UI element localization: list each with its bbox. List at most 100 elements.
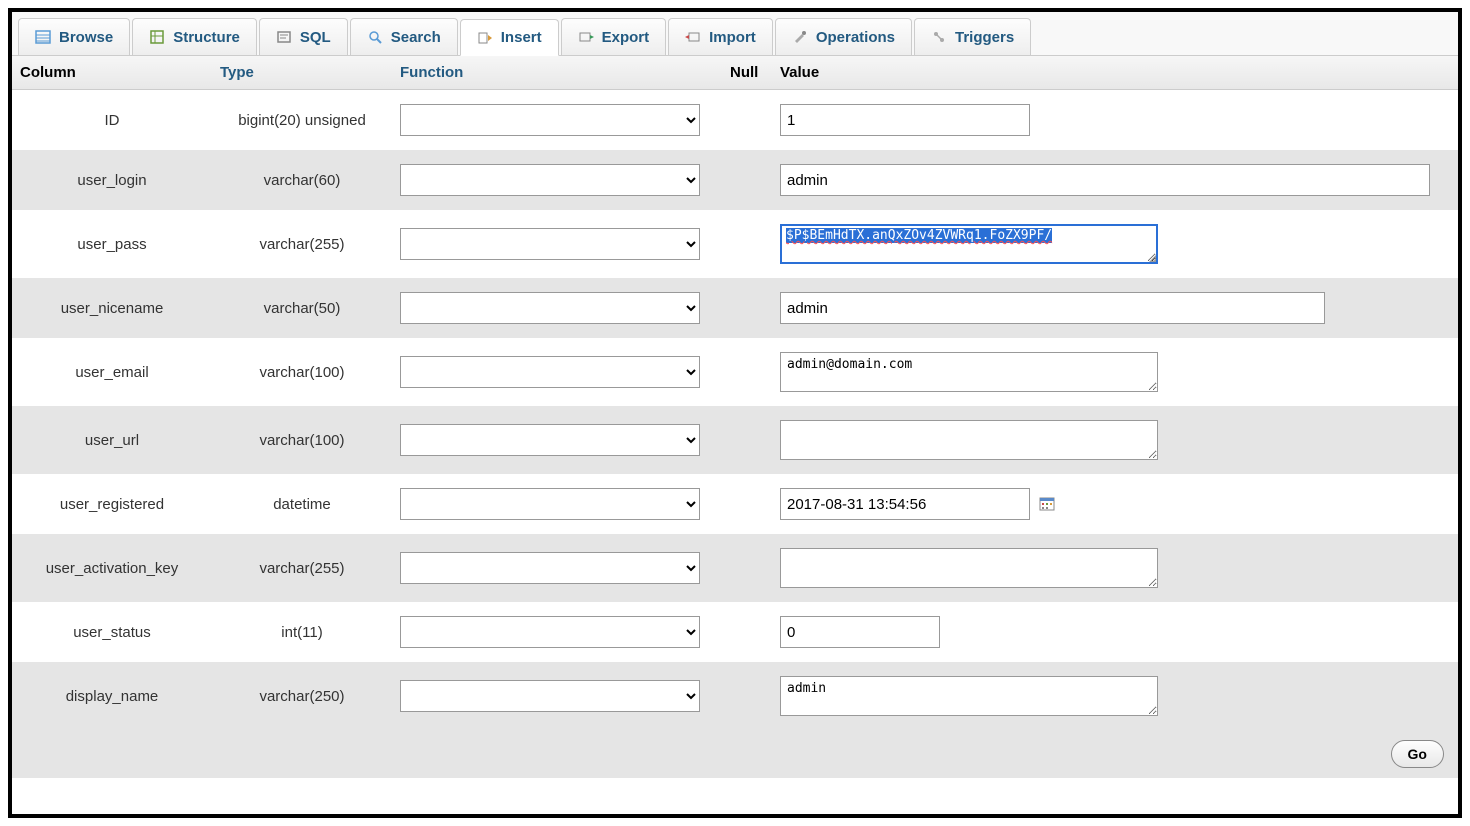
header-type[interactable]: Type — [212, 60, 392, 85]
column-function — [392, 356, 722, 388]
table-row: user_registereddatetime — [12, 474, 1458, 534]
table-row: user_passvarchar(255) $P$BEmHdTX.anQxZOv4… — [12, 210, 1458, 278]
column-value — [772, 292, 1458, 324]
tab-label: Search — [391, 29, 441, 46]
function-select[interactable] — [400, 228, 700, 260]
table-row: IDbigint(20) unsigned — [12, 90, 1458, 150]
column-function — [392, 680, 722, 712]
column-type: bigint(20) unsigned — [212, 112, 392, 129]
column-value: $P$BEmHdTX.anQxZOv4ZVWRq1.FoZX9PF/ — [772, 224, 1458, 264]
value-input[interactable] — [780, 420, 1158, 460]
value-input[interactable] — [780, 488, 1030, 520]
function-select[interactable] — [400, 552, 700, 584]
tab-browse[interactable]: Browse — [18, 18, 130, 55]
table-header: Column Type Function Null Value — [12, 56, 1458, 90]
function-select[interactable] — [400, 424, 700, 456]
tab-insert[interactable]: Insert — [460, 19, 559, 56]
tab-search[interactable]: Search — [350, 18, 458, 55]
tab-structure[interactable]: Structure — [132, 18, 257, 55]
column-name: user_status — [12, 624, 212, 641]
column-name: user_nicename — [12, 300, 212, 317]
tab-label: Structure — [173, 29, 240, 46]
column-type: datetime — [212, 496, 392, 513]
app-frame: Browse Structure SQL Search Insert — [8, 8, 1462, 818]
value-input[interactable] — [780, 164, 1430, 196]
form-footer: Go — [12, 730, 1458, 778]
header-column: Column — [12, 60, 212, 85]
value-input[interactable] — [780, 292, 1325, 324]
export-icon — [578, 29, 594, 45]
function-select[interactable] — [400, 616, 700, 648]
column-name: user_url — [12, 432, 212, 449]
tab-label: Export — [602, 29, 650, 46]
value-input[interactable] — [780, 352, 1158, 392]
calendar-icon[interactable] — [1038, 495, 1056, 513]
table-row: user_statusint(11) — [12, 602, 1458, 662]
column-name: user_login — [12, 172, 212, 189]
function-select[interactable] — [400, 356, 700, 388]
column-name: user_activation_key — [12, 560, 212, 577]
tab-operations[interactable]: Operations — [775, 18, 912, 55]
insert-icon — [477, 30, 493, 46]
table-row: user_urlvarchar(100) — [12, 406, 1458, 474]
tab-triggers[interactable]: Triggers — [914, 18, 1031, 55]
import-icon — [685, 29, 701, 45]
column-name: user_registered — [12, 496, 212, 513]
column-value — [772, 420, 1458, 460]
column-value — [772, 104, 1458, 136]
value-input[interactable] — [780, 548, 1158, 588]
tab-label: Browse — [59, 29, 113, 46]
function-select[interactable] — [400, 164, 700, 196]
function-select[interactable] — [400, 104, 700, 136]
column-function — [392, 292, 722, 324]
tab-label: SQL — [300, 29, 331, 46]
value-input[interactable] — [780, 616, 940, 648]
header-value: Value — [772, 60, 1458, 85]
value-input[interactable]: $P$BEmHdTX.anQxZOv4ZVWRq1.FoZX9PF/ — [780, 224, 1158, 264]
column-type: varchar(100) — [212, 432, 392, 449]
column-name: display_name — [12, 688, 212, 705]
tab-sql[interactable]: SQL — [259, 18, 348, 55]
operations-icon — [792, 29, 808, 45]
column-function — [392, 616, 722, 648]
triggers-icon — [931, 29, 947, 45]
function-select[interactable] — [400, 488, 700, 520]
header-function[interactable]: Function — [392, 60, 722, 85]
column-type: varchar(100) — [212, 364, 392, 381]
column-type: varchar(255) — [212, 236, 392, 253]
tab-bar: Browse Structure SQL Search Insert — [12, 12, 1458, 56]
table-row: user_nicenamevarchar(50) — [12, 278, 1458, 338]
column-function — [392, 228, 722, 260]
value-input[interactable] — [780, 676, 1158, 716]
column-type: varchar(60) — [212, 172, 392, 189]
column-function — [392, 104, 722, 136]
value-input[interactable] — [780, 104, 1030, 136]
column-type: varchar(250) — [212, 688, 392, 705]
column-value — [772, 548, 1458, 588]
column-function — [392, 488, 722, 520]
header-null: Null — [722, 60, 772, 85]
function-select[interactable] — [400, 680, 700, 712]
table-row: display_namevarchar(250) — [12, 662, 1458, 730]
function-select[interactable] — [400, 292, 700, 324]
column-value — [772, 616, 1458, 648]
tab-label: Import — [709, 29, 756, 46]
column-type: varchar(255) — [212, 560, 392, 577]
column-value — [772, 352, 1458, 392]
column-name: user_pass — [12, 236, 212, 253]
column-type: int(11) — [212, 624, 392, 641]
tab-import[interactable]: Import — [668, 18, 773, 55]
structure-icon — [149, 29, 165, 45]
column-function — [392, 164, 722, 196]
tab-label: Insert — [501, 29, 542, 46]
tab-label: Triggers — [955, 29, 1014, 46]
column-type: varchar(50) — [212, 300, 392, 317]
tab-label: Operations — [816, 29, 895, 46]
search-icon — [367, 29, 383, 45]
go-button[interactable]: Go — [1391, 740, 1444, 768]
table-row: user_activation_keyvarchar(255) — [12, 534, 1458, 602]
browse-icon — [35, 29, 51, 45]
tab-export[interactable]: Export — [561, 18, 667, 55]
column-function — [392, 552, 722, 584]
column-name: ID — [12, 112, 212, 129]
